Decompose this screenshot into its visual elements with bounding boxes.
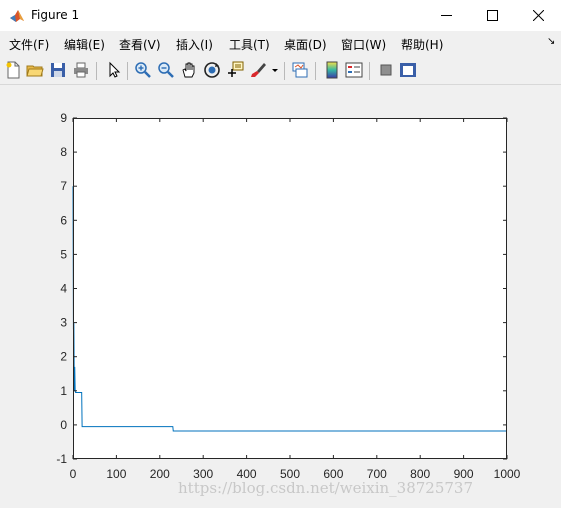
colorbar-icon[interactable]: [323, 61, 341, 79]
y-tick-label: 4: [60, 282, 67, 296]
y-tick-label: 5: [60, 247, 67, 261]
matlab-logo-icon: [9, 8, 25, 24]
y-tick-label: 2: [60, 350, 67, 364]
y-tick-label: 9: [60, 111, 67, 125]
toolbar-separator: [315, 62, 316, 80]
minimize-icon: [441, 15, 452, 16]
menu-insert[interactable]: 插入(I): [176, 36, 213, 53]
axes-background: [73, 118, 507, 459]
maximize-button[interactable]: [469, 0, 515, 31]
zoom-out-icon[interactable]: [157, 61, 175, 79]
close-icon: [533, 10, 544, 21]
data-cursor-icon[interactable]: [226, 61, 244, 79]
menu-file[interactable]: 文件(F): [9, 36, 49, 53]
brush-dropdown-icon[interactable]: [270, 61, 280, 79]
new-figure-icon[interactable]: [4, 61, 22, 79]
zoom-in-icon[interactable]: [134, 61, 152, 79]
menu-window[interactable]: 窗口(W): [341, 36, 386, 53]
x-tick-label: 200: [150, 467, 170, 481]
minimize-button[interactable]: [423, 0, 469, 31]
brush-icon[interactable]: [249, 61, 267, 79]
window-title: Figure 1: [31, 8, 80, 22]
hide-plot-tools-icon[interactable]: [377, 61, 395, 79]
menu-help[interactable]: 帮助(H): [401, 36, 443, 53]
maximize-icon: [487, 10, 498, 21]
rotate-3d-icon[interactable]: [203, 61, 221, 79]
watermark: https://blog.csdn.net/weixin_38725737: [178, 479, 474, 497]
toolbar-separator: [284, 62, 285, 80]
menu-desktop[interactable]: 桌面(D): [284, 36, 327, 53]
show-plot-tools-icon[interactable]: [399, 61, 417, 79]
y-tick-label: 1: [60, 384, 67, 398]
dock-arrow-icon[interactable]: ↘: [547, 36, 555, 47]
open-file-icon[interactable]: [26, 61, 44, 79]
toolbar-separator: [369, 62, 370, 80]
toolbar-separator: [96, 62, 97, 80]
y-tick-label: 7: [60, 179, 67, 193]
legend-icon[interactable]: [345, 61, 363, 79]
x-tick-label: 0: [70, 467, 77, 481]
y-tick-label: 0: [60, 418, 67, 432]
figure-canvas: 0 100 200 300 400 500 600 700 800 900 1000 -1 0 1 2 3 4 5…: [0, 85, 561, 508]
print-icon[interactable]: [72, 61, 90, 79]
y-tick-label: 8: [60, 145, 67, 159]
y-tick-label: -1: [56, 452, 67, 466]
menu-view[interactable]: 查看(V): [119, 36, 161, 53]
menu-edit[interactable]: 编辑(E): [64, 36, 105, 53]
x-tick-label: 1000: [494, 467, 521, 481]
close-button[interactable]: [515, 0, 561, 31]
link-plot-icon[interactable]: [291, 61, 309, 79]
pointer-icon[interactable]: [105, 61, 123, 79]
y-tick-label: 6: [60, 213, 67, 227]
toolbar-separator: [127, 62, 128, 80]
line-chart: 0 100 200 300 400 500 600 700 800 900 1000-1012345…: [56, 111, 521, 481]
save-icon[interactable]: [49, 61, 67, 79]
x-tick-label: 100: [106, 467, 126, 481]
pan-icon[interactable]: [180, 61, 198, 79]
menu-bar: 文件(F) 编辑(E) 查看(V) 插入(I) 工具(T) 桌面(D) 窗口(W…: [0, 31, 561, 56]
y-tick-label: 3: [60, 316, 67, 330]
menu-tools[interactable]: 工具(T): [229, 36, 270, 53]
title-bar: Figure 1: [0, 0, 561, 31]
figure-toolbar: [0, 56, 561, 85]
